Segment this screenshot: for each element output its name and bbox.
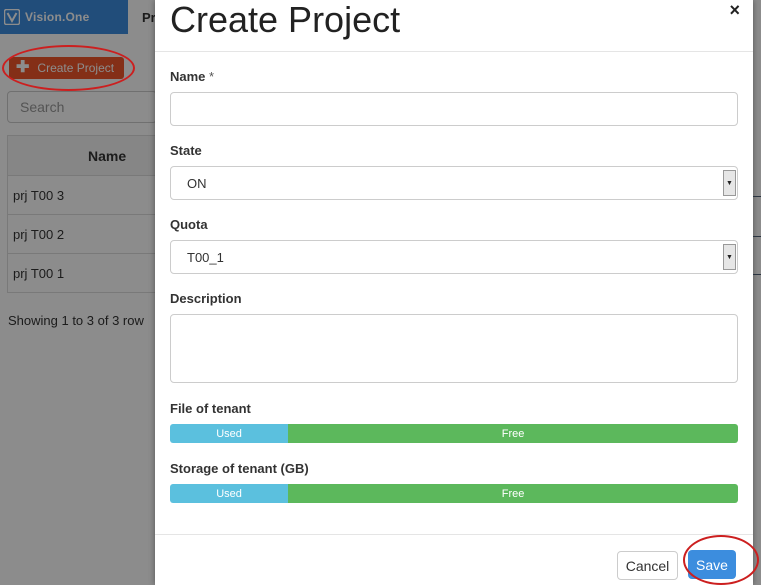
create-project-dialog: Create Project × Name * State ON ▼ Quota…	[155, 0, 753, 585]
required-marker: *	[205, 69, 215, 84]
dialog-title: Create Project	[170, 0, 401, 40]
file-used-segment: Used	[170, 424, 289, 443]
state-label: State	[170, 143, 202, 158]
background-edge	[753, 0, 761, 585]
file-of-tenant-label: File of tenant	[170, 401, 251, 416]
file-free-label: Free	[501, 427, 525, 440]
storage-usage-bar: Used Free	[170, 484, 738, 503]
dropdown-arrow-icon[interactable]: ▼	[723, 170, 736, 196]
storage-of-tenant-label: Storage of tenant (GB)	[170, 461, 309, 476]
storage-free-label: Free	[501, 487, 525, 500]
quota-label: Quota	[170, 217, 208, 232]
storage-free-segment: Free	[288, 484, 738, 503]
cancel-button[interactable]: Cancel	[617, 551, 678, 580]
save-button[interactable]: Save	[688, 550, 736, 579]
name-label: Name *	[170, 69, 214, 84]
quota-selected-value: T00_1	[187, 249, 224, 265]
description-label: Description	[170, 291, 242, 306]
state-select[interactable]: ON ▼	[170, 166, 738, 200]
dialog-header: Create Project ×	[155, 0, 753, 52]
quota-select[interactable]: T00_1 ▼	[170, 240, 738, 274]
name-input[interactable]	[170, 92, 738, 126]
storage-used-label: Used	[216, 487, 242, 500]
file-usage-bar: Used Free	[170, 424, 738, 443]
description-textarea[interactable]	[170, 314, 738, 383]
state-selected-value: ON	[187, 175, 207, 191]
file-used-label: Used	[216, 427, 242, 440]
storage-used-segment: Used	[170, 484, 289, 503]
dialog-footer-divider	[155, 534, 753, 535]
file-free-segment: Free	[288, 424, 738, 443]
name-label-text: Name	[170, 69, 206, 84]
dropdown-arrow-icon[interactable]: ▼	[723, 244, 736, 270]
close-icon[interactable]: ×	[729, 0, 740, 21]
